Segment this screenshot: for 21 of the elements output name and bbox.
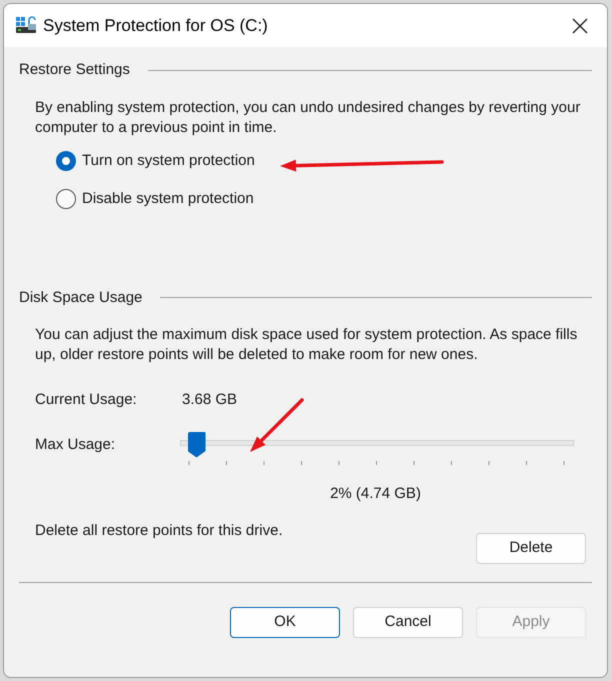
annotation-arrow <box>250 398 304 452</box>
usage-label: Max Usage: <box>35 434 116 454</box>
group-heading: Disk Space Usage <box>19 288 142 308</box>
radio-button[interactable] <box>56 189 76 210</box>
usage-value: 3.68 GB <box>182 390 238 410</box>
usage-label: Current Usage: <box>35 390 138 410</box>
slider-thumb[interactable] <box>188 432 206 458</box>
window-title: System Protection for OS (C:) <box>43 14 268 37</box>
delete-text: Delete all restore points for this drive. <box>35 520 283 540</box>
usage-reading: 2% (4.74 GB) <box>330 484 421 502</box>
slider-track[interactable] <box>180 432 574 456</box>
delete-button[interactable]: Delete <box>476 532 586 564</box>
close-icon <box>572 18 588 34</box>
radio-label[interactable]: Disable system protection <box>82 188 254 210</box>
group-heading: Restore Settings <box>19 60 130 80</box>
description-text: By enabling system protection, you can undo undesired changes by reverting your computer to a previous point in time. <box>35 98 582 138</box>
dialog-button[interactable]: OK <box>230 606 340 638</box>
radio-label[interactable]: Turn on system protection <box>82 150 255 172</box>
dialog-button[interactable]: Cancel <box>353 606 463 638</box>
description-text: You can adjust the maximum disk space used for system protection. As space fills up, older restore points will be deleted to make room for new ones. <box>35 325 578 365</box>
radio-button[interactable] <box>56 150 76 171</box>
